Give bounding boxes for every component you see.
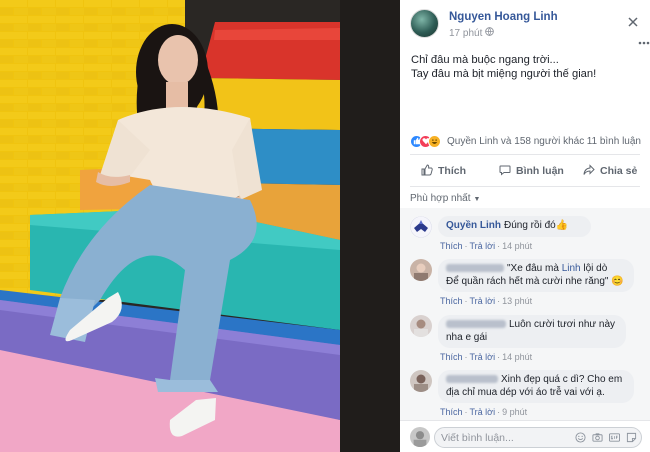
- share-icon: [582, 158, 596, 182]
- comment-time[interactable]: 9 phút: [502, 407, 527, 417]
- gif-icon[interactable]: [609, 432, 620, 443]
- post-header: Nguyen Hoang Linh 17 phút: [410, 9, 650, 45]
- comment-item: Luôn cười tươi như này nha e gái Thích · T…: [410, 315, 642, 367]
- comment-like-link[interactable]: Thích: [440, 352, 463, 362]
- thumbs-up-icon: [420, 158, 434, 182]
- comment-label: Bình luận: [516, 165, 564, 177]
- comment-text: "Xe đâu mà: [507, 263, 559, 274]
- comment-icon: [498, 158, 512, 182]
- commenter-avatar[interactable]: [410, 370, 432, 392]
- commenter-avatar[interactable]: [410, 216, 432, 238]
- comment-meta: Thích · Trả lời · 13 phút: [440, 296, 533, 306]
- header-controls: [628, 14, 650, 45]
- commenter-avatar[interactable]: [410, 315, 432, 337]
- divider: [410, 154, 640, 155]
- caption-line: Tay đâu mà bịt miệng người thế gian!: [411, 68, 597, 80]
- comment-bubble: Quyền Linh Đúng rồi đó👍: [438, 216, 591, 237]
- post-time: 17 phút: [449, 27, 495, 39]
- comment-mention[interactable]: Linh: [562, 263, 581, 274]
- current-user-avatar: [410, 427, 430, 447]
- comment-bubble: Luôn cười tươi như này nha e gái: [438, 315, 626, 348]
- comment-meta: Thích · Trả lời · 14 phút: [440, 352, 533, 362]
- post-panel: Nguyen Hoang Linh 17 phút Chỉ đâu mà buộ…: [400, 0, 650, 452]
- sticker-icon[interactable]: [626, 432, 637, 443]
- comment-text: địa chỉ mua dép với áo trễ vai với ạ.: [446, 386, 605, 398]
- comment-like-link[interactable]: Thích: [440, 407, 463, 417]
- comment-meta: Thích · Trả lời · 9 phút: [440, 407, 528, 417]
- comment-time[interactable]: 14 phút: [502, 241, 532, 251]
- share-label: Chia sẻ: [600, 165, 638, 177]
- comment-emoji: 👍: [555, 220, 569, 231]
- hidden-commenter-name[interactable]: [446, 320, 506, 329]
- comment-bubble: "Xe đâu mà Linh lội dò Để quần rách hết …: [438, 259, 634, 292]
- comment-sort-dropdown[interactable]: Phù hợp nhất ▼: [410, 193, 480, 204]
- comment-text: Luôn cười tươi như này: [509, 319, 616, 330]
- reactors-summary[interactable]: Quyền Linh và 158 người khác: [447, 136, 584, 147]
- reaction-icons[interactable]: [410, 135, 444, 149]
- comment-like-link[interactable]: Thích: [440, 241, 463, 251]
- comment-emoji: 😊: [611, 275, 624, 287]
- post-photo[interactable]: [0, 0, 400, 452]
- camera-icon[interactable]: [592, 432, 603, 443]
- divider: [410, 186, 640, 187]
- comment-reply-link[interactable]: Trả lời: [470, 407, 496, 417]
- comments-list: Quyền Linh Đúng rồi đó👍 Thích · Trả lời · 14 …: [400, 208, 650, 420]
- comment-text: Đúng rồi đó: [504, 220, 556, 231]
- comment-composer: [400, 420, 650, 452]
- photo-image: [0, 0, 400, 452]
- comment-reply-link[interactable]: Trả lời: [470, 352, 496, 362]
- comment-bubble: Xinh đẹp quá c dì? Cho em địa chỉ mua dé…: [438, 370, 634, 403]
- comment-text: Để quần rách hết mà cười nhe răng": [446, 275, 609, 287]
- comment-item: "Xe đâu mà Linh lội dò Để quần rách hết …: [410, 259, 642, 311]
- comment-meta: Thích · Trả lời · 14 phút: [440, 241, 533, 251]
- sort-label: Phù hợp nhất: [410, 193, 471, 204]
- like-button[interactable]: Thích: [420, 158, 466, 182]
- comment-input-box[interactable]: [434, 427, 642, 448]
- author-avatar[interactable]: [410, 9, 439, 38]
- caret-down-icon: ▼: [473, 196, 481, 203]
- commenter-avatar[interactable]: [410, 259, 432, 281]
- comment-time[interactable]: 14 phút: [502, 352, 532, 362]
- comment-item: Quyền Linh Đúng rồi đó👍 Thích · Trả lời · 14 …: [410, 216, 642, 256]
- comment-text: Xinh đẹp quá c dì? Cho em: [501, 374, 623, 385]
- comment-text: lội dò: [583, 263, 608, 274]
- post-time-text[interactable]: 17 phút: [449, 28, 482, 39]
- haha-icon: [428, 135, 441, 148]
- comment-like-link[interactable]: Thích: [440, 296, 463, 306]
- hidden-commenter-name[interactable]: [446, 375, 498, 384]
- emoji-icon[interactable]: [575, 432, 586, 443]
- comment-item: Xinh đẹp quá c dì? Cho em địa chỉ mua dé…: [410, 370, 642, 420]
- close-icon[interactable]: [628, 14, 638, 32]
- comment-input[interactable]: [441, 431, 561, 445]
- comment-time[interactable]: 13 phút: [502, 296, 532, 306]
- comments-count[interactable]: 11 bình luận: [587, 136, 641, 147]
- caption-line: Chỉ đâu mà buộc ngang trời...: [411, 54, 559, 66]
- like-label: Thích: [438, 165, 466, 177]
- post-caption: Chỉ đâu mà buộc ngang trời... Tay đâu mà…: [411, 53, 641, 81]
- comment-reply-link[interactable]: Trả lời: [470, 296, 496, 306]
- ellipsis-icon[interactable]: [638, 33, 650, 48]
- comment-reply-link[interactable]: Trả lời: [470, 241, 496, 251]
- comment-text: nha e gái: [446, 331, 488, 343]
- globe-icon: [485, 27, 495, 38]
- author-name[interactable]: Nguyen Hoang Linh: [449, 11, 558, 23]
- post-actions: Thích Bình luận Chia sẻ: [410, 158, 640, 182]
- reactions-row: Quyền Linh và 158 người khác 11 bình luậ…: [410, 135, 641, 149]
- commenter-name[interactable]: Quyền Linh: [446, 220, 501, 231]
- share-button[interactable]: Chia sẻ: [582, 158, 637, 182]
- hidden-commenter-name[interactable]: [446, 264, 504, 273]
